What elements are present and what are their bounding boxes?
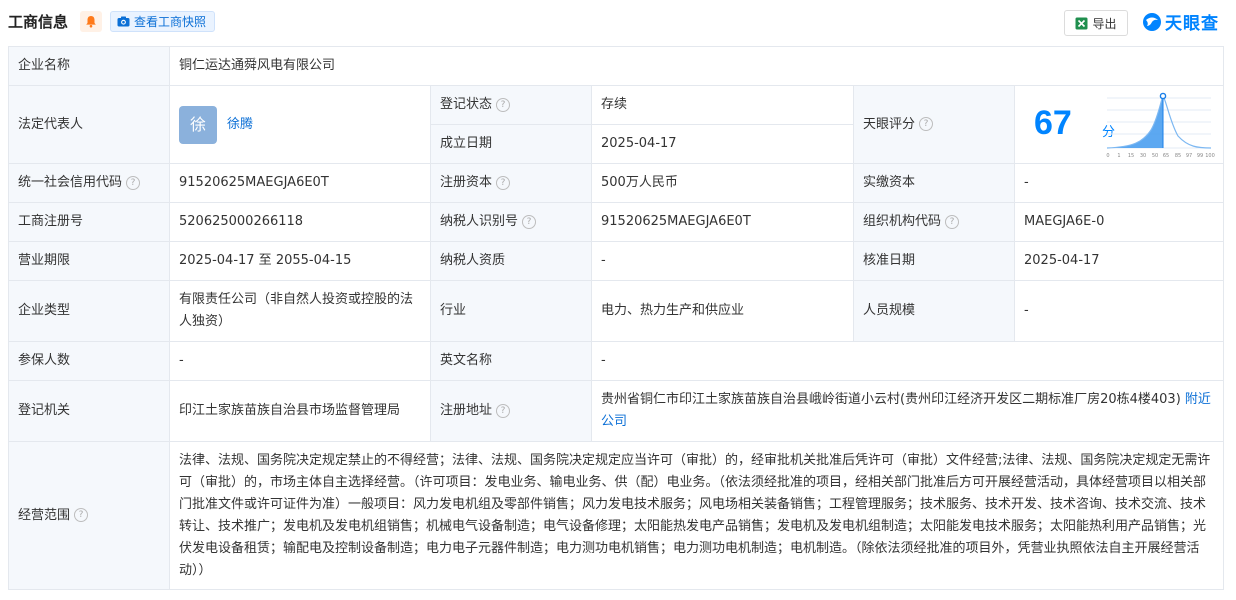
score-distribution-chart: 0 1 15 30 50 65 85 97 99 100 xyxy=(1106,92,1215,159)
label-reg-number: 工商注册号 xyxy=(8,202,170,242)
export-label: 导出 xyxy=(1092,16,1117,31)
help-icon[interactable]: ? xyxy=(496,97,511,112)
score-tick: 30 xyxy=(1140,153,1146,159)
label-score-cell: 天眼评分? xyxy=(853,85,1015,164)
value-taxpayer-qual: - xyxy=(591,241,854,281)
value-reg-authority: 印江土家族苗族自治县市场监督管理局 xyxy=(169,380,431,442)
legal-rep-cell: 徐徐腾 xyxy=(169,85,431,164)
label-insured: 参保人数 xyxy=(8,341,170,381)
score-cell[interactable]: 67 分 0 1 15 30 50 65 85 97 99 100 xyxy=(1013,85,1225,164)
logo-icon xyxy=(1143,12,1161,31)
value-approval-date: 2025-04-17 xyxy=(1013,241,1225,281)
label-tianyan-score: 天眼评分 xyxy=(863,116,916,132)
score-tick: 100 xyxy=(1205,153,1215,159)
label-taxpayer-id-cell: 纳税人识别号? xyxy=(430,202,592,242)
help-icon[interactable]: ? xyxy=(945,214,960,229)
value-business-term: 2025-04-17 至 2055-04-15 xyxy=(169,241,431,281)
score-tick: 0 xyxy=(1106,153,1109,159)
value-credit-code: 91520625MAEGJA6E0T xyxy=(169,163,431,203)
help-icon[interactable]: ? xyxy=(919,117,934,131)
tianyancha-logo: 天眼查 xyxy=(1142,9,1219,34)
value-founded: 2025-04-17 xyxy=(591,124,854,164)
export-button[interactable]: 导出 xyxy=(1064,10,1128,36)
label-reg-capital: 注册资本 xyxy=(440,175,493,190)
label-legal-rep: 法定代表人 xyxy=(8,85,170,164)
row-company-name: 企业名称 铜仁运达通舜风电有限公司 xyxy=(8,46,1225,86)
score-tick: 50 xyxy=(1152,153,1158,159)
value-reg-status: 存续 xyxy=(591,85,854,125)
help-icon[interactable]: ? xyxy=(126,175,141,190)
value-reg-number: 520625000266118 xyxy=(169,202,431,242)
value-org-code: MAEGJA6E-0 xyxy=(1013,202,1225,242)
label-company-type: 企业类型 xyxy=(8,280,170,342)
label-reg-address: 注册地址 xyxy=(440,403,493,418)
label-industry: 行业 xyxy=(430,280,592,342)
label-approval-date: 核准日期 xyxy=(853,241,1015,281)
label-credit-code-cell: 统一社会信用代码? xyxy=(8,163,170,203)
score-tick: 15 xyxy=(1128,153,1134,159)
label-reg-address-cell: 注册地址? xyxy=(430,380,592,442)
value-insured: - xyxy=(169,341,431,381)
value-taxpayer-id: 91520625MAEGJA6E0T xyxy=(591,202,854,242)
row-scope: 经营范围? 法律、法规、国务院决定规定禁止的不得经营；法律、法规、国务院决定规定… xyxy=(8,441,1225,590)
value-company-name: 铜仁运达通舜风电有限公司 xyxy=(168,46,1225,86)
score-marker xyxy=(1159,92,1167,100)
value-english-name: - xyxy=(590,341,1225,381)
label-org-code-cell: 组织机构代码? xyxy=(853,202,1015,242)
help-icon[interactable]: ? xyxy=(496,175,511,190)
label-paid-capital: 实缴资本 xyxy=(853,163,1015,203)
row-reg-number: 工商注册号 520625000266118 纳税人识别号? 91520625MA… xyxy=(8,202,1225,242)
label-taxpayer-id: 纳税人识别号 xyxy=(440,214,519,229)
score-value: 67 xyxy=(1034,104,1072,142)
label-founded: 成立日期 xyxy=(430,124,592,164)
label-staff-size: 人员规模 xyxy=(853,280,1015,342)
label-business-term: 营业期限 xyxy=(8,241,170,281)
label-reg-status-cell: 登记状态? xyxy=(430,85,592,125)
avatar[interactable]: 徐 xyxy=(179,105,217,144)
help-icon[interactable]: ? xyxy=(74,508,89,522)
excel-icon xyxy=(1075,17,1088,29)
value-paid-capital: - xyxy=(1013,163,1225,203)
section-header: 工商信息 查看工商快照 导出 天眼查 xyxy=(0,0,1236,44)
row-credit-code: 统一社会信用代码? 91520625MAEGJA6E0T 注册资本? 500万人… xyxy=(8,163,1225,203)
section-title: 工商信息 xyxy=(8,13,69,31)
reg-address-cell: 贵州省铜仁市印江土家族苗族自治县峨岭街道小云村(贵州印江经济开发区二期标准厂房2… xyxy=(590,380,1225,442)
view-snapshot-label: 查看工商快照 xyxy=(134,15,207,29)
value-company-type: 有限责任公司（非自然人投资或控股的法人独资） xyxy=(169,280,431,342)
value-scope: 法律、法规、国务院决定规定禁止的不得经营；法律、法规、国务院决定规定应当许可（审… xyxy=(168,441,1225,590)
legal-rep-link[interactable]: 徐腾 xyxy=(227,117,253,132)
label-credit-code: 统一社会信用代码 xyxy=(18,175,123,190)
score-tick: 65 xyxy=(1163,153,1169,159)
value-reg-capital: 500万人民币 xyxy=(591,163,854,203)
label-reg-capital-cell: 注册资本? xyxy=(430,163,592,203)
score-tick: 99 xyxy=(1197,153,1203,159)
view-snapshot-button[interactable]: 查看工商快照 xyxy=(110,11,216,32)
row-legal-rep: 法定代表人 徐徐腾 登记状态? 存续 天眼评分? 67 分 0 1 15 30 … xyxy=(8,85,1225,164)
label-taxpayer-qual: 纳税人资质 xyxy=(430,241,592,281)
bell-icon xyxy=(86,16,96,28)
label-scope: 经营范围 xyxy=(18,507,71,523)
label-scope-cell: 经营范围? xyxy=(8,441,170,590)
score-tick: 1 xyxy=(1117,153,1120,159)
label-org-code: 组织机构代码 xyxy=(863,214,942,229)
row-business-term: 营业期限 2025-04-17 至 2055-04-15 纳税人资质 - 核准日… xyxy=(8,241,1225,281)
camera-icon xyxy=(117,16,130,27)
row-reg-authority: 登记机关 印江土家族苗族自治县市场监督管理局 注册地址? 贵州省铜仁市印江土家族… xyxy=(8,380,1225,442)
row-insured: 参保人数 - 英文名称 - xyxy=(8,341,1225,381)
value-industry: 电力、热力生产和供应业 xyxy=(591,280,854,342)
help-icon[interactable]: ? xyxy=(522,214,537,229)
monitor-bell-button[interactable] xyxy=(80,11,102,32)
row-company-type: 企业类型 有限责任公司（非自然人投资或控股的法人独资） 行业 电力、热力生产和供… xyxy=(8,280,1225,342)
score-tick: 85 xyxy=(1175,153,1181,159)
value-reg-address: 贵州省铜仁市印江土家族苗族自治县峨岭街道小云村(贵州印江经济开发区二期标准厂房2… xyxy=(601,392,1181,407)
label-reg-authority: 登记机关 xyxy=(8,380,170,442)
label-reg-status: 登记状态 xyxy=(440,97,493,112)
label-english-name: 英文名称 xyxy=(430,341,592,381)
help-icon[interactable]: ? xyxy=(496,403,511,418)
score-tick: 97 xyxy=(1186,153,1192,159)
logo-text: 天眼查 xyxy=(1165,14,1219,34)
label-company-name: 企业名称 xyxy=(8,46,170,86)
business-info-table: 企业名称 铜仁运达通舜风电有限公司 法定代表人 徐徐腾 登记状态? 存续 天眼评… xyxy=(8,46,1225,590)
value-staff-size: - xyxy=(1013,280,1225,342)
